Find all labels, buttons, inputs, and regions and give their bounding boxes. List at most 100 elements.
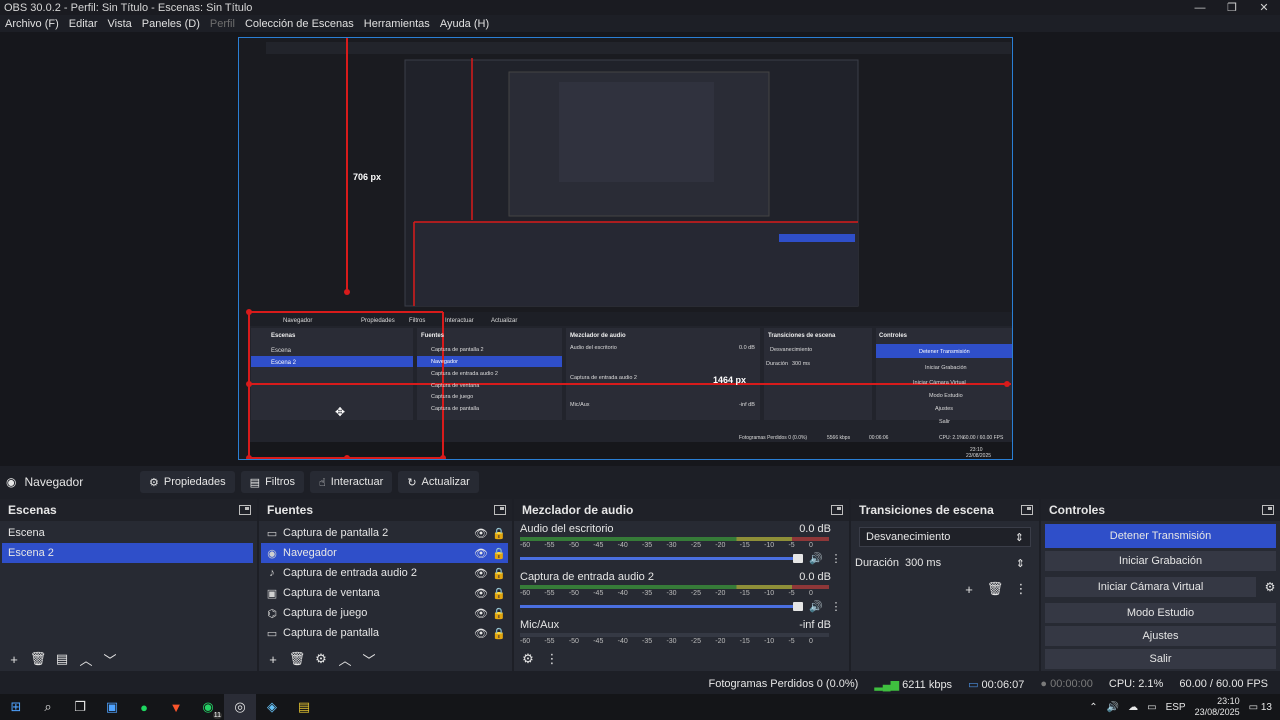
menu-editar[interactable]: Editar [64,18,103,30]
eye-icon[interactable]: 👁 [472,627,490,640]
exit-button[interactable]: Salir [1045,649,1276,669]
cloud-icon[interactable]: ☁ [1128,702,1138,713]
menu-archivo[interactable]: Archivo (F) [0,18,64,30]
undock-icon[interactable] [239,505,251,515]
source-item[interactable]: ⌬ Captura de juego 👁 🔒 [261,603,508,623]
eye-icon[interactable]: 👁 [472,527,490,540]
source-properties-button[interactable]: ⚙ [311,649,331,669]
remove-source-button[interactable]: 🗑 [287,649,307,669]
add-transition-button[interactable]: + [959,579,979,599]
add-source-button[interactable]: + [263,649,283,669]
eye-icon[interactable]: 👁 [472,567,490,580]
scene-item-selected[interactable]: Escena 2 [2,543,253,563]
menu-paneles[interactable]: Paneles (D) [137,18,205,30]
volume-slider[interactable] [520,602,803,611]
remove-transition-button[interactable]: 🗑 [985,579,1005,599]
source-item[interactable]: ▣ Captura de ventana 👁 🔒 [261,583,508,603]
filters-button[interactable]: ▤ Filtros [240,471,305,493]
chevron-up-icon[interactable]: ⌃ [1089,702,1097,713]
volume-slider[interactable] [520,554,803,563]
lock-icon[interactable]: 🔒 [490,547,508,560]
close-button[interactable]: ✕ [1248,1,1280,14]
whatsapp-icon[interactable]: ◉ 11 [192,694,224,720]
transition-menu-button[interactable]: ⋮ [1011,579,1031,599]
scene-item[interactable]: Escena [2,523,253,543]
menu-ayuda[interactable]: Ayuda (H) [435,18,494,30]
remove-scene-button[interactable]: 🗑 [28,649,48,669]
refresh-button[interactable]: ↻ Actualizar [398,471,479,493]
speaker-icon[interactable]: 🔊 [809,552,823,565]
inner-kbps: 5566 kbps [827,435,851,441]
move-scene-down-button[interactable]: ﹀ [100,649,120,669]
lock-icon[interactable]: 🔒 [490,567,508,580]
lock-icon[interactable]: 🔒 [490,607,508,620]
eye-icon[interactable]: 👁 [472,607,490,620]
inner-time: 00:06:06 [869,435,889,441]
menu-perfil[interactable]: Perfil [205,18,240,30]
move-scene-up-button[interactable]: ︿ [76,649,96,669]
advanced-audio-button[interactable]: ⚙ [518,649,538,669]
interact-button[interactable]: ☝ Interactuar [310,471,393,493]
slider-handle[interactable] [793,602,803,611]
obs-icon[interactable]: ◎ [224,694,256,720]
source-item[interactable]: ▭ Captura de pantalla 👁 🔒 [261,623,508,643]
program-preview[interactable]: 706 px 1464 px Navegador Propiedades Fil… [238,37,1013,460]
properties-button[interactable]: ⚙ Propiedades [140,471,235,493]
stop-streaming-button[interactable]: Detener Transmisión [1045,524,1276,548]
clock[interactable]: 23:10 23/08/2025 [1195,696,1240,718]
task-view-icon[interactable]: ❐ [64,694,96,720]
menu-vista[interactable]: Vista [103,18,137,30]
source-label: Navegador [283,547,337,559]
more-options-icon: ⋮ [545,651,559,666]
undock-icon[interactable] [1021,505,1033,515]
steam-icon[interactable]: ◈ [256,694,288,720]
spin-arrows-icon[interactable]: ⇕ [1016,557,1025,570]
start-recording-button[interactable]: Iniciar Grabación [1045,551,1276,571]
start-icon[interactable]: ⊞ [0,694,32,720]
add-scene-button[interactable]: + [4,649,24,669]
transition-toolbar: + 🗑 ⋮ [851,573,1039,605]
chevron-updown-icon: ⇕ [1014,531,1024,544]
gear-icon[interactable]: ⚙ [1260,580,1280,594]
more-options-icon[interactable]: ⋮ [829,552,843,565]
transition-select[interactable]: Desvanecimiento ⇕ [859,527,1031,547]
notification-icon[interactable]: ▭ 13 [1249,702,1272,713]
undock-icon[interactable] [1262,505,1274,515]
brave-icon[interactable]: ▼ [160,694,192,720]
volume-icon[interactable]: 🔊 [1107,702,1119,713]
duration-spinbox[interactable]: 300 ms ⇕ [899,553,1031,573]
more-options-icon[interactable]: ⋮ [829,600,843,613]
minimize-button[interactable]: — [1184,2,1216,14]
settings-button[interactable]: Ajustes [1045,626,1276,646]
move-source-up-button[interactable]: ︿ [335,649,355,669]
speaker-icon[interactable]: 🔊 [809,600,823,613]
volume-meter [520,585,829,589]
lock-icon[interactable]: 🔒 [490,587,508,600]
menu-coleccion-escenas[interactable]: Colección de Escenas [240,18,359,30]
move-cursor-icon: ✥ [335,405,345,419]
start-virtual-camera-button[interactable]: Iniciar Cámara Virtual [1045,577,1256,597]
undock-icon[interactable] [831,505,843,515]
source-item[interactable]: ♪ Captura de entrada audio 2 👁 🔒 [261,563,508,583]
lock-icon[interactable]: 🔒 [490,527,508,540]
lock-icon[interactable]: 🔒 [490,627,508,640]
search-icon[interactable]: ⌕ [32,694,64,720]
scene-filters-button[interactable]: ▤ [52,649,72,669]
inner-control-3: Iniciar Cámara Virtual [913,380,966,386]
store-icon[interactable]: ▣ [96,694,128,720]
undock-icon[interactable] [494,505,506,515]
source-item[interactable]: ▭ Captura de pantalla 2 👁 🔒 [261,523,508,543]
maximize-button[interactable]: ❐ [1216,1,1248,14]
source-item-selected[interactable]: ◉ Navegador 👁 🔒 [261,543,508,563]
app-icon[interactable]: ▤ [288,694,320,720]
language-indicator[interactable]: ESP [1166,702,1186,713]
slider-handle[interactable] [793,554,803,563]
move-source-down-button[interactable]: ﹀ [359,649,379,669]
studio-mode-button[interactable]: Modo Estudio [1045,603,1276,623]
eye-icon[interactable]: 👁 [472,547,490,560]
menu-herramientas[interactable]: Herramientas [359,18,435,30]
spotify-icon[interactable]: ● [128,694,160,720]
eye-icon[interactable]: 👁 [472,587,490,600]
mixer-menu-button[interactable]: ⋮ [542,649,562,669]
network-icon[interactable]: ▭ [1147,702,1156,713]
